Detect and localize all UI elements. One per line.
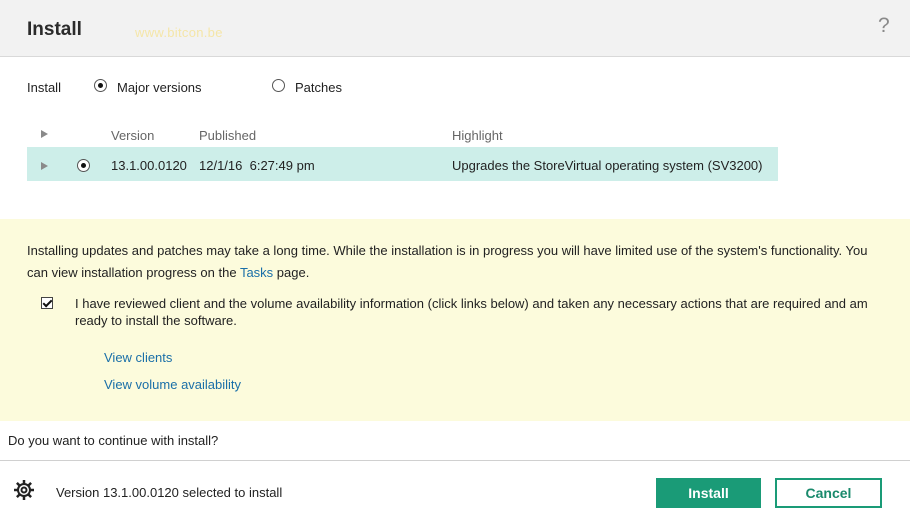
acknowledge-checkbox[interactable] bbox=[41, 297, 53, 309]
patches-label[interactable]: Patches bbox=[295, 80, 342, 95]
view-volume-availability-link[interactable]: View volume availability bbox=[104, 377, 241, 392]
major-versions-label[interactable]: Major versions bbox=[117, 80, 202, 95]
footer-divider bbox=[0, 460, 910, 461]
help-icon[interactable]: ? bbox=[878, 14, 890, 38]
install-button[interactable]: Install bbox=[656, 478, 761, 508]
column-header-published[interactable]: Published bbox=[199, 128, 256, 143]
gear-icon[interactable] bbox=[13, 479, 35, 501]
column-header-highlight[interactable]: Highlight bbox=[452, 128, 503, 143]
row-highlight: Upgrades the StoreVirtual operating syst… bbox=[452, 158, 763, 173]
patches-radio[interactable] bbox=[272, 79, 285, 92]
dialog-title: Install bbox=[27, 19, 82, 40]
tasks-link[interactable]: Tasks bbox=[240, 265, 273, 280]
acknowledge-text: I have reviewed client and the volume av… bbox=[75, 296, 868, 328]
warning-text-before: Installing updates and patches may take … bbox=[27, 243, 868, 280]
row-select-radio[interactable] bbox=[77, 159, 90, 172]
dialog-header: Install www.bitcon.be ? bbox=[0, 0, 910, 57]
column-header-version[interactable]: Version bbox=[111, 128, 154, 143]
warning-text-after: page. bbox=[273, 265, 310, 280]
install-warning-text: Installing updates and patches may take … bbox=[27, 240, 887, 284]
row-published: 12/1/16 6:27:49 pm bbox=[199, 158, 315, 173]
expand-all-icon[interactable] bbox=[41, 130, 48, 138]
selection-status-text: Version 13.1.00.0120 selected to install bbox=[56, 485, 283, 500]
row-expand-icon[interactable] bbox=[41, 162, 48, 170]
cancel-button[interactable]: Cancel bbox=[775, 478, 882, 508]
major-versions-radio[interactable] bbox=[94, 79, 107, 92]
confirm-question: Do you want to continue with install? bbox=[8, 433, 219, 448]
row-version: 13.1.00.0120 bbox=[111, 158, 187, 173]
install-type-group: Install Major versions Patches bbox=[27, 79, 427, 96]
watermark-text: www.bitcon.be bbox=[135, 25, 223, 40]
view-clients-link[interactable]: View clients bbox=[104, 350, 172, 365]
install-type-label: Install bbox=[27, 80, 61, 95]
